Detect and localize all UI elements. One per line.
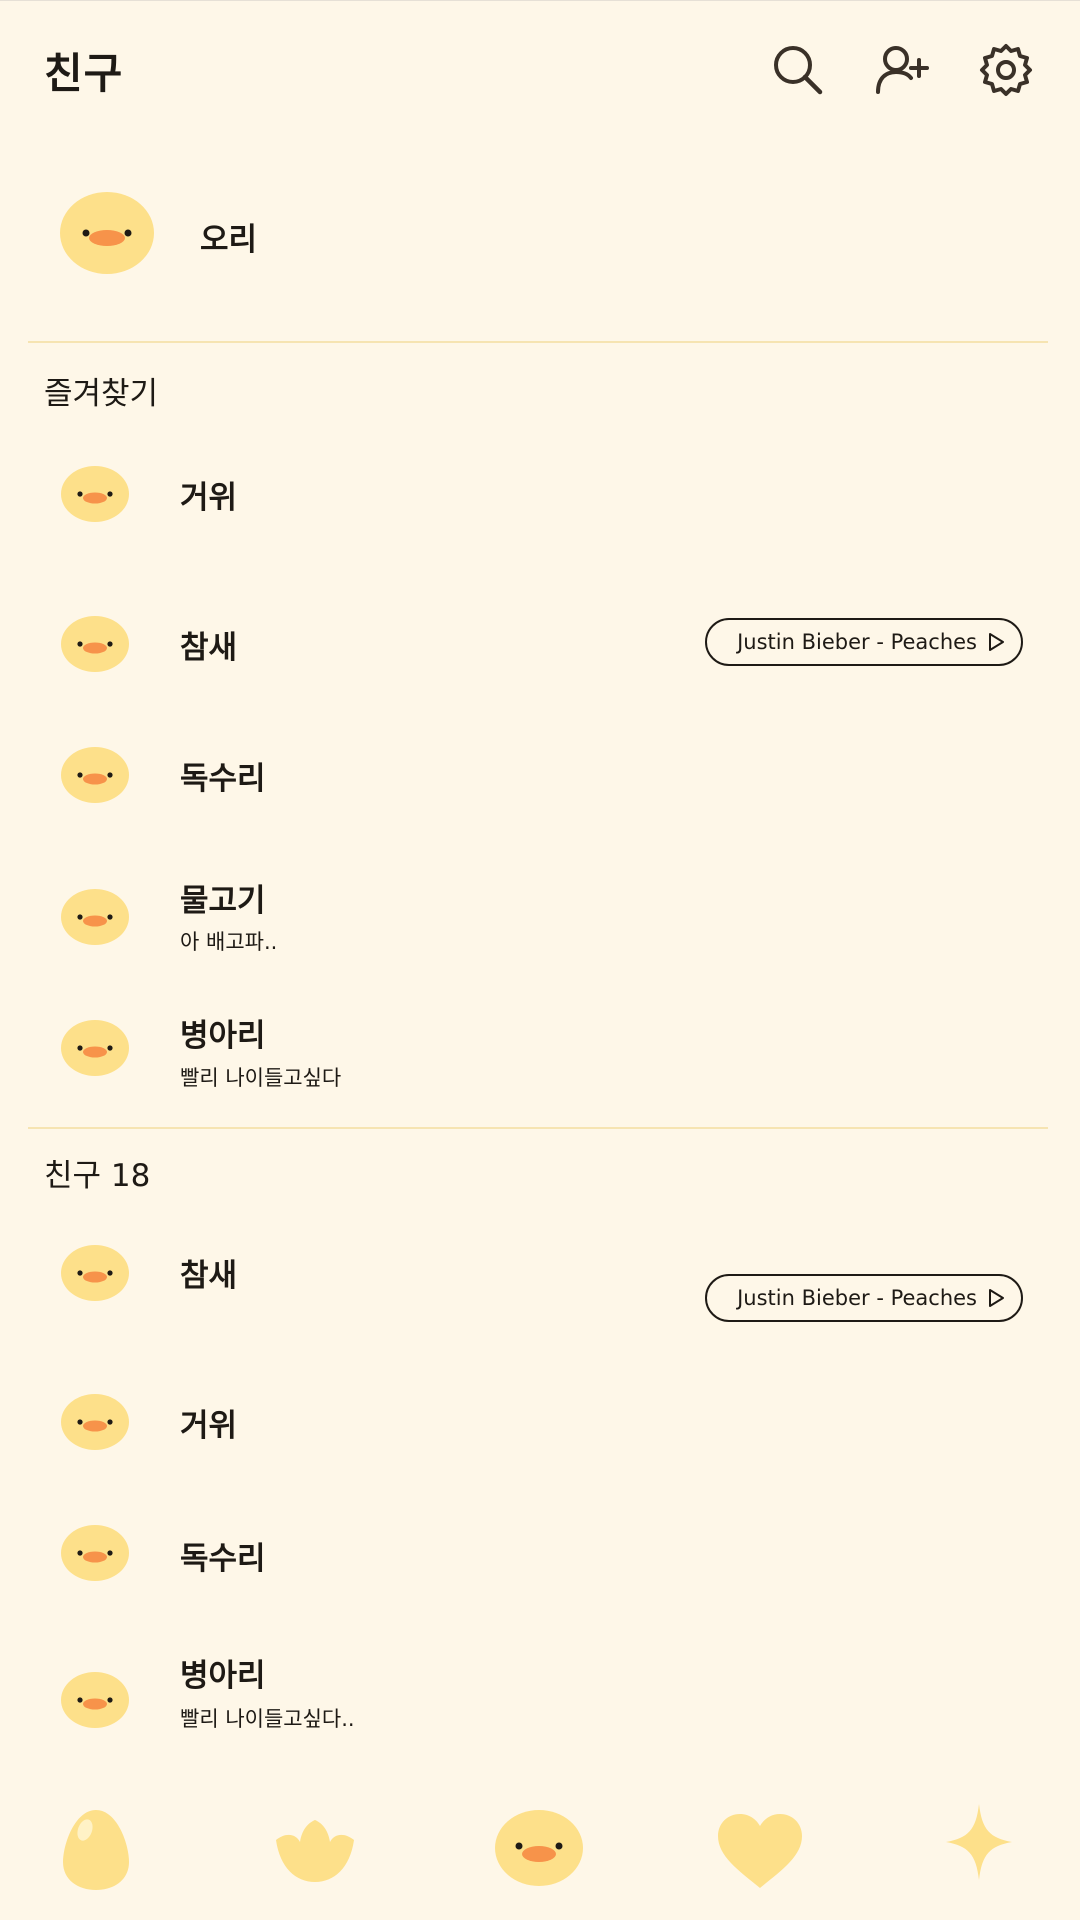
duck-avatar (61, 1394, 129, 1450)
add-friend-icon[interactable] (872, 40, 932, 100)
friend-status-message: 아 배고파.. (180, 930, 278, 954)
friend-name: 참새 (180, 1258, 238, 1294)
music-label: Justin Bieber - Peaches (737, 630, 977, 654)
friend-name: 병아리 (180, 1658, 266, 1694)
friend-name: 병아리 (180, 1018, 266, 1054)
page-title: 친구 (44, 49, 124, 98)
friend-name: 독수리 (180, 1541, 266, 1577)
duck-avatar (61, 747, 129, 803)
header: 친구 (0, 0, 1080, 140)
play-icon (985, 631, 1007, 653)
favorites-section-label: 즐겨찾기 (44, 376, 159, 412)
divider (28, 341, 1048, 343)
music-status-button[interactable]: Justin Bieber - Peaches (705, 1274, 1023, 1322)
duck-avatar (61, 616, 129, 672)
duck-avatar (61, 889, 129, 945)
friend-name: 참새 (180, 630, 238, 666)
sparkle-icon[interactable] (946, 1804, 1012, 1880)
duck-icon[interactable] (495, 1810, 583, 1886)
friends-section-label: 친구 18 (44, 1158, 151, 1194)
tulip-icon[interactable] (272, 1818, 358, 1882)
friend-name: 거위 (180, 480, 238, 516)
friend-status-message: 빨리 나이들고싶다 (180, 1066, 342, 1090)
duck-avatar (61, 466, 129, 522)
duck-avatar (61, 1525, 129, 1581)
search-icon[interactable] (768, 40, 828, 100)
friend-name: 물고기 (180, 883, 266, 919)
egg-icon[interactable] (63, 1808, 129, 1890)
duck-avatar (61, 1672, 129, 1728)
friend-name: 거위 (180, 1408, 238, 1444)
music-label: Justin Bieber - Peaches (737, 1286, 977, 1310)
heart-icon[interactable] (718, 1814, 802, 1888)
duck-avatar (61, 1020, 129, 1076)
divider (28, 1127, 1048, 1129)
friend-name: 독수리 (180, 761, 266, 797)
my-profile-name[interactable]: 오리 (200, 214, 257, 259)
music-status-button[interactable]: Justin Bieber - Peaches (705, 618, 1023, 666)
my-avatar[interactable] (60, 192, 154, 274)
settings-icon[interactable] (976, 40, 1036, 100)
play-icon (985, 1287, 1007, 1309)
friend-status-message: 빨리 나이들고싶다.. (180, 1707, 355, 1731)
duck-avatar (61, 1245, 129, 1301)
bottom-navigation (0, 1790, 1080, 1920)
